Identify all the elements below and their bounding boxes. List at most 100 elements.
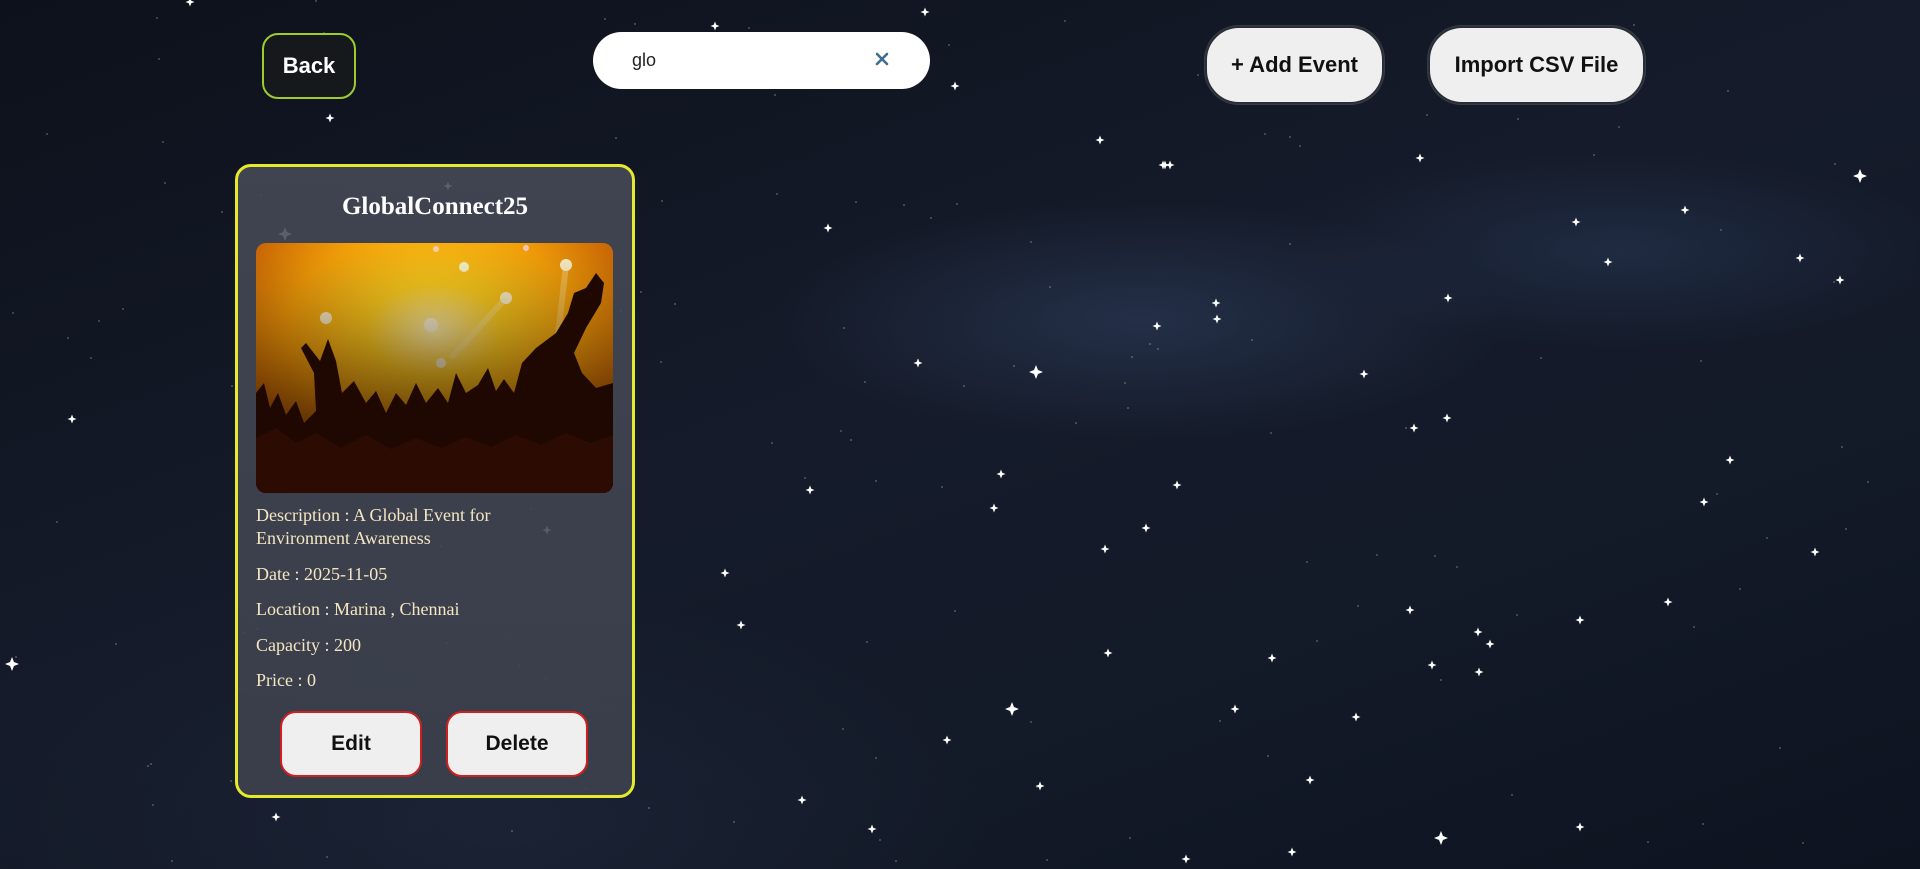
star-dim bbox=[1030, 721, 1032, 723]
star-dim bbox=[1264, 133, 1266, 135]
star-dim bbox=[1456, 566, 1458, 568]
star-dim bbox=[804, 477, 806, 479]
star-bright bbox=[1835, 275, 1845, 285]
search-input[interactable] bbox=[630, 49, 854, 72]
star-large bbox=[1029, 365, 1043, 379]
star-bright bbox=[1575, 615, 1585, 625]
star-dim bbox=[56, 521, 58, 523]
star-dim bbox=[1779, 747, 1781, 749]
star-dim bbox=[1833, 281, 1835, 283]
edit-button[interactable]: Edit bbox=[280, 711, 422, 777]
star-dim bbox=[315, 0, 317, 2]
star-dim bbox=[895, 860, 897, 862]
star-dim bbox=[326, 856, 328, 858]
star-large bbox=[1005, 702, 1019, 716]
star-bright bbox=[942, 735, 952, 745]
star-dim bbox=[1540, 357, 1542, 359]
star-bright bbox=[67, 414, 77, 424]
star-dim bbox=[674, 303, 676, 305]
star-bright bbox=[805, 485, 815, 495]
star-dim bbox=[1036, 786, 1038, 788]
star-bright bbox=[1160, 160, 1170, 170]
star-bright bbox=[920, 7, 930, 17]
star-dim bbox=[1124, 382, 1126, 384]
star-dim bbox=[661, 200, 663, 202]
star-bright bbox=[325, 113, 335, 123]
star-bright bbox=[1575, 822, 1585, 832]
star-dim bbox=[1270, 432, 1272, 434]
star-bright bbox=[950, 81, 960, 91]
star-dim bbox=[1720, 229, 1722, 231]
star-dim bbox=[1693, 626, 1695, 628]
star-dim bbox=[963, 385, 965, 387]
star-bright bbox=[1810, 547, 1820, 557]
star-dim bbox=[771, 442, 773, 444]
add-event-button[interactable]: + Add Event bbox=[1205, 26, 1384, 104]
delete-button[interactable]: Delete bbox=[446, 711, 588, 777]
star-bright bbox=[989, 503, 999, 513]
star-dim bbox=[748, 27, 750, 29]
star-bright bbox=[1287, 847, 1297, 857]
star-dim bbox=[1727, 90, 1729, 92]
star-dim bbox=[1013, 365, 1015, 367]
star-bright bbox=[1485, 639, 1495, 649]
star-bright bbox=[1427, 660, 1437, 670]
star-bright bbox=[1230, 704, 1240, 714]
star-dim bbox=[774, 94, 776, 96]
star-dim bbox=[941, 486, 943, 488]
event-date: Date : 2025-11-05 bbox=[256, 564, 388, 584]
star-bright bbox=[1100, 544, 1110, 554]
star-dim bbox=[221, 211, 223, 213]
star-bright bbox=[1415, 153, 1425, 163]
star-bright bbox=[710, 21, 720, 31]
star-bright bbox=[1103, 648, 1113, 658]
star-dim bbox=[1289, 136, 1291, 138]
star-bright bbox=[797, 795, 807, 805]
star-bright bbox=[1405, 605, 1415, 615]
star-dim bbox=[840, 430, 842, 432]
star-bright bbox=[1725, 455, 1735, 465]
star-dim bbox=[1867, 481, 1869, 483]
star-dim bbox=[67, 337, 69, 339]
clear-search-icon[interactable] bbox=[870, 47, 894, 71]
star-dim bbox=[879, 839, 881, 841]
star-bright bbox=[823, 223, 833, 233]
star-bright bbox=[1305, 775, 1315, 785]
star-dim bbox=[1618, 126, 1620, 128]
star-dim bbox=[875, 480, 877, 482]
star-dim bbox=[1802, 842, 1804, 844]
star-large bbox=[5, 657, 19, 671]
star-bright bbox=[1141, 523, 1151, 533]
star-bright bbox=[1031, 367, 1041, 377]
import-csv-button[interactable]: Import CSV File bbox=[1428, 26, 1645, 104]
star-dim bbox=[660, 361, 662, 363]
star-dim bbox=[1633, 24, 1635, 26]
star-dim bbox=[1845, 528, 1847, 530]
star-dim bbox=[122, 308, 124, 310]
star-dim bbox=[1049, 286, 1051, 288]
star-dim bbox=[948, 44, 950, 46]
event-description: Description : A Global Event for Environ… bbox=[256, 505, 491, 548]
star-dim bbox=[1716, 493, 1718, 495]
event-location: Location : Marina , Chennai bbox=[256, 599, 460, 619]
star-dim bbox=[1219, 720, 1221, 722]
star-dim bbox=[1434, 555, 1436, 557]
star-dim bbox=[903, 204, 905, 206]
star-dim bbox=[46, 133, 48, 135]
star-dim bbox=[231, 385, 233, 387]
star-dim bbox=[1157, 348, 1159, 350]
star-dim bbox=[1702, 823, 1704, 825]
star-bright bbox=[1165, 160, 1175, 170]
star-bright bbox=[1212, 314, 1222, 324]
star-dim bbox=[864, 381, 866, 383]
star-dim bbox=[1127, 407, 1129, 409]
star-bright bbox=[1095, 135, 1105, 145]
star-dim bbox=[164, 182, 166, 184]
search-bar[interactable] bbox=[593, 32, 930, 89]
star-bright bbox=[1359, 369, 1369, 379]
star-bright bbox=[271, 812, 281, 822]
star-bright bbox=[1211, 298, 1221, 308]
star-bright bbox=[1007, 704, 1017, 714]
star-dim bbox=[634, 23, 636, 25]
back-button[interactable]: Back bbox=[262, 33, 356, 99]
